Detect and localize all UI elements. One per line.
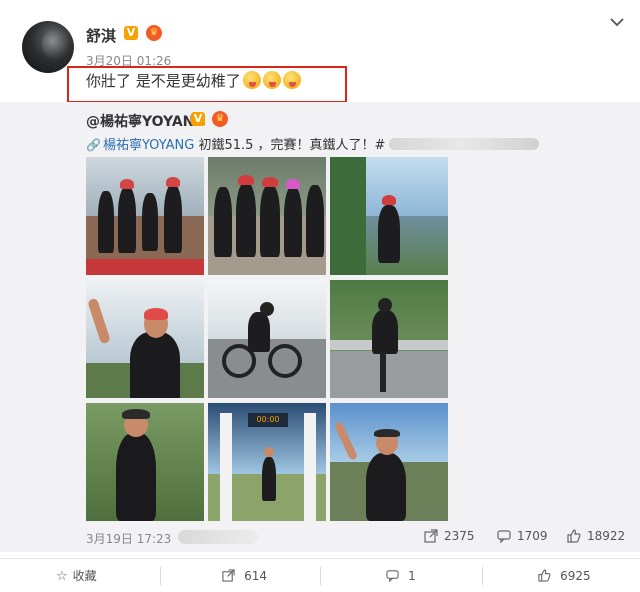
repost-share-stat[interactable]: 2375: [424, 529, 475, 543]
blurred-text: [389, 138, 540, 150]
action-bar: ☆ 收藏 614 1 6925: [0, 558, 640, 592]
weibo-post: 舒淇 V ♛ 3月20日 01:26 你壯了 是不是更幼稚了 @楊祐寧YOYAN…: [0, 0, 640, 592]
star-icon: ☆: [56, 569, 68, 584]
divider: [160, 567, 161, 585]
highlight-box: [67, 66, 347, 103]
photo-1[interactable]: [86, 157, 204, 275]
favorite-label: 收藏: [72, 569, 97, 583]
share-icon: [222, 569, 239, 584]
repost-link[interactable]: 楊祐寧YOYANG: [103, 138, 194, 153]
crown-badge-icon: ♛: [212, 111, 228, 127]
comment-icon: [497, 529, 511, 544]
photo-6[interactable]: [330, 280, 448, 398]
comment-icon: [386, 569, 403, 584]
repost-body: 初鐵51.5 ，完賽！真鐵人了！#: [194, 138, 386, 153]
share-count: 2375: [444, 529, 475, 543]
repost-button[interactable]: 614: [222, 559, 267, 592]
repost-comment-stat[interactable]: 1709: [497, 529, 548, 544]
like-count: 6925: [560, 569, 591, 583]
verified-badge-icon: V: [124, 26, 138, 40]
photo-3[interactable]: [330, 157, 448, 275]
favorite-button[interactable]: ☆ 收藏: [56, 559, 97, 592]
repost-time[interactable]: 3月19日 17:23: [86, 530, 171, 547]
comment-count: 1709: [517, 529, 548, 543]
username[interactable]: 舒淇: [86, 25, 116, 46]
repost-username[interactable]: @楊祐寧YOYANG: [86, 111, 206, 131]
blurred-source: [178, 530, 258, 544]
photo-2[interactable]: [208, 157, 326, 275]
divider: [320, 567, 321, 585]
photo-5[interactable]: [208, 280, 326, 398]
photo-grid: 00:00: [86, 157, 448, 521]
comment-count: 1: [408, 569, 416, 583]
repost-text: 🔗 楊祐寧YOYANG 初鐵51.5 ，完賽！真鐵人了！#: [86, 134, 540, 153]
repost-like-stat[interactable]: 18922: [567, 529, 625, 543]
photo-9[interactable]: [330, 403, 448, 521]
photo-4[interactable]: [86, 280, 204, 398]
share-icon: [424, 529, 438, 543]
chevron-down-icon[interactable]: [608, 16, 626, 30]
like-button[interactable]: 6925: [538, 559, 591, 592]
thumbs-up-icon: [567, 529, 581, 543]
thumbs-up-icon: [538, 569, 555, 584]
crown-badge-icon: ♛: [146, 25, 162, 41]
link-icon: 🔗: [86, 138, 101, 152]
repost-count: 614: [244, 569, 268, 583]
verified-badge-icon: V: [191, 112, 205, 126]
repost-panel[interactable]: @楊祐寧YOYANG V ♛ 🔗 楊祐寧YOYANG 初鐵51.5 ，完賽！真鐵人…: [0, 102, 640, 552]
photo-7[interactable]: [86, 403, 204, 521]
like-count: 18922: [587, 529, 626, 543]
divider: [482, 567, 483, 585]
photo-8[interactable]: 00:00: [208, 403, 326, 521]
comment-button[interactable]: 1: [386, 559, 416, 592]
